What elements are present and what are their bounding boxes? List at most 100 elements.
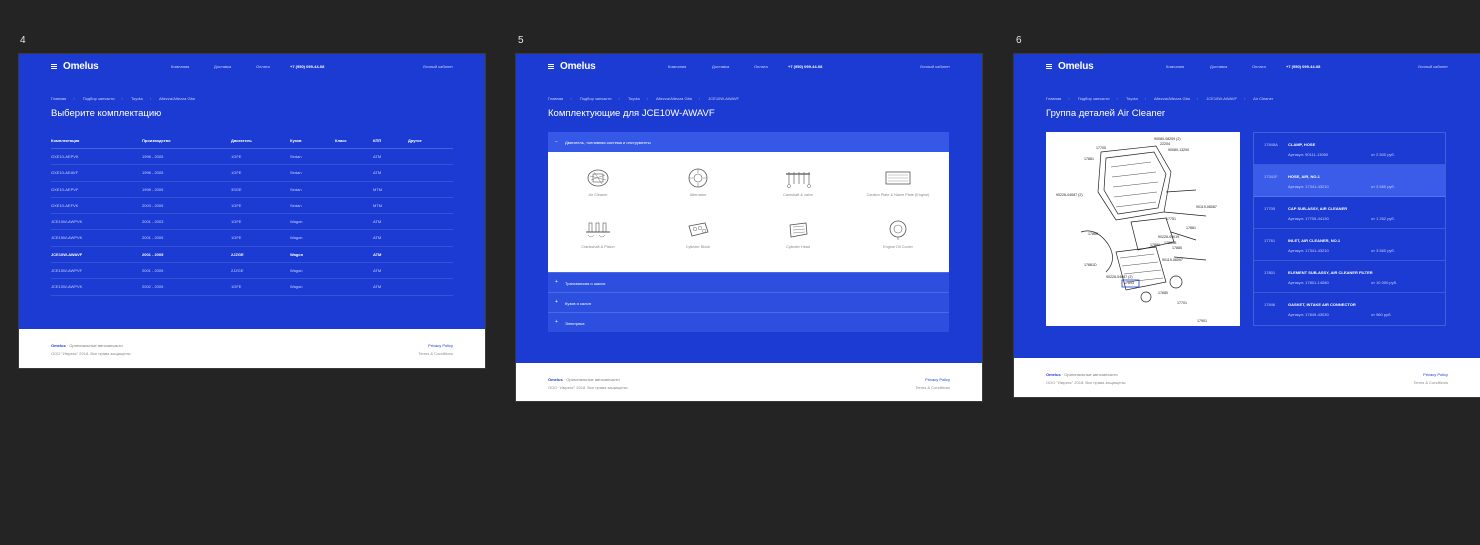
part-card-crankshaft[interactable]: Crankshaft & Piston xyxy=(548,218,648,249)
nav-company[interactable]: Компания xyxy=(668,64,686,69)
cell-configuration: JCE15W-AWPVK xyxy=(51,235,83,241)
nav-delivery[interactable]: Доставка xyxy=(1210,64,1227,69)
part-row-selected[interactable]: 17341F HOSE, AIR, NO.1 Артикул: 17341-43… xyxy=(1254,165,1445,197)
footer-logo[interactable]: Omelus xyxy=(548,377,563,382)
hamburger-menu-icon[interactable] xyxy=(548,64,554,69)
part-article: Артикул: 17341-43210 xyxy=(1288,248,1329,253)
privacy-policy-link[interactable]: Privacy Policy xyxy=(428,343,453,348)
phone-link[interactable]: +7 (950) 099-44-08 xyxy=(788,64,822,69)
breadcrumb-item[interactable]: Toyota xyxy=(628,96,640,101)
accordion-header-engine[interactable]: − Двигатель, топливная система и инструм… xyxy=(548,132,949,152)
breadcrumb-item[interactable]: Главная xyxy=(51,96,66,101)
column-header: КПП xyxy=(373,138,382,143)
breadcrumb-item[interactable]: Altezza/Altezza Gita xyxy=(656,96,692,101)
privacy-policy-link[interactable]: Privacy Policy xyxy=(1423,372,1448,377)
cell-transmission: ATM xyxy=(373,235,382,241)
breadcrumb-item[interactable]: Главная xyxy=(548,96,563,101)
nav-company[interactable]: Компания xyxy=(1166,64,1184,69)
part-card-oil-cooler[interactable]: Engine Oil Cooler xyxy=(848,218,948,249)
diagram-callout: 90119-08097 xyxy=(1162,258,1183,262)
part-row[interactable]: 17845A CLAMP, HOSE Артикул: 90111-13050 … xyxy=(1254,133,1445,165)
part-card-cylinder-head[interactable]: Cylinder Head xyxy=(748,218,848,249)
footer-logo[interactable]: Omelus xyxy=(51,343,66,348)
phone-link[interactable]: +7 (950) 099-44-08 xyxy=(1286,64,1320,69)
part-row[interactable]: 17705 CAP SUB-ASSY, AIR CLEANER Артикул:… xyxy=(1254,197,1445,229)
table-row[interactable]: GXE10-AEPVK 1998 - 2005 1GFE Sedan ATM xyxy=(51,149,453,166)
table-row[interactable]: JCE10W-AWPVK 2001 - 2003 1GFE Wagon ATM xyxy=(51,214,453,231)
table-row[interactable]: GXE10-AEPVF 1998 - 2005 3SGE Sedan MTM xyxy=(51,182,453,198)
parts-list: 17845A CLAMP, HOSE Артикул: 90111-13050 … xyxy=(1253,132,1446,326)
part-row[interactable]: 17846 GASKET, INTAKE AIR CONNECTOR Артик… xyxy=(1254,293,1445,325)
part-card-air-cleaner[interactable]: Air Cleaner xyxy=(548,166,648,197)
part-price: от 1 262 руб. xyxy=(1371,216,1395,221)
breadcrumb-item[interactable]: Altezza/Altezza Gita xyxy=(1154,96,1190,101)
breadcrumb-item[interactable]: JCE10W-AWAVF xyxy=(708,96,739,101)
part-card-cylinder-block[interactable]: Cylinder Block xyxy=(648,218,748,249)
logo[interactable]: Omelus xyxy=(1058,61,1094,72)
breadcrumb-item[interactable]: Air Cleaner xyxy=(1253,96,1273,101)
cell-body: Sedan xyxy=(290,186,302,192)
nav-payment[interactable]: Оплата xyxy=(754,64,768,69)
account-link[interactable]: Личный кабинет xyxy=(920,64,950,69)
footer-logo[interactable]: Omelus xyxy=(1046,372,1061,377)
footer-copyright: ООО "Имрекс" 2018. Все права защищены xyxy=(1046,380,1126,385)
breadcrumb-item[interactable]: Toyota xyxy=(1126,96,1138,101)
breadcrumb-item[interactable]: Подбор запчасти xyxy=(580,96,612,101)
breadcrumb-item[interactable]: Подбор запчасти xyxy=(83,96,115,101)
cylinder-block-icon xyxy=(688,222,709,237)
accordion-label: Электрика xyxy=(565,321,585,326)
part-article: Артикул: 17849-43030 xyxy=(1288,312,1329,317)
nav-delivery[interactable]: Доставка xyxy=(712,64,729,69)
diagram-callout: 90080-13200 xyxy=(1168,148,1189,152)
diagram-callout: 22204 xyxy=(1160,142,1170,146)
part-card-caution-plate[interactable]: Caution Plate & Name Plate (Engine) xyxy=(848,166,948,197)
diagram-callout: 17893 xyxy=(1124,281,1134,285)
nav-payment[interactable]: Оплата xyxy=(1252,64,1266,69)
column-header: Класс xyxy=(335,138,347,143)
part-card-camshaft[interactable]: Camshaft & valve xyxy=(748,166,848,197)
terms-link[interactable]: Terms & Conditions xyxy=(418,351,453,356)
table-row[interactable]: JCE15W-AWPVK 2001 - 2005 1GFE Wagon ATM xyxy=(51,230,453,247)
part-name: INLET, AIR CLEANER, NO.1 xyxy=(1288,238,1341,243)
breadcrumb-item[interactable]: JCE10W-AWAVF xyxy=(1206,96,1237,101)
phone-link[interactable]: +7 (950) 099-44-08 xyxy=(290,64,324,69)
part-row[interactable]: 17801 ELEMENT SUB-ASSY, AIR CLEANER FILT… xyxy=(1254,261,1445,293)
breadcrumb-item[interactable]: Altezza/Altezza Gita xyxy=(159,96,195,101)
cell-configuration: JCE10W-AWPVK xyxy=(51,284,83,290)
exploded-parts-diagram[interactable]: 90080-08209 (2) 22204 17705 17881 90080-… xyxy=(1046,132,1240,326)
table-row[interactable]: GXE10-AEAVF 1998 - 2005 1GFE Sedan ATM xyxy=(51,165,453,182)
nav-company[interactable]: Компания xyxy=(171,64,189,69)
cell-transmission: ATM xyxy=(373,284,382,290)
collapse-icon: − xyxy=(555,139,558,145)
hamburger-menu-icon[interactable] xyxy=(51,64,57,69)
accordion-header-electrics[interactable]: + Электрика xyxy=(548,312,949,332)
logo[interactable]: Omelus xyxy=(63,61,99,72)
header: Omelus Компания Доставка Оплата +7 (950)… xyxy=(1014,54,1480,80)
artboard-select-configuration: Omelus Компания Доставка Оплата +7 (950)… xyxy=(19,54,485,368)
logo[interactable]: Omelus xyxy=(560,61,596,72)
hamburger-menu-icon[interactable] xyxy=(1046,64,1052,69)
account-link[interactable]: Личный кабинет xyxy=(423,64,453,69)
cell-engine: 1GFE xyxy=(231,154,242,159)
cell-engine: 3SGE xyxy=(231,186,242,192)
part-row[interactable]: 17761 INLET, AIR CLEANER, NO.1 Артикул: … xyxy=(1254,229,1445,261)
nav-delivery[interactable]: Доставка xyxy=(214,64,231,69)
table-row[interactable]: JCE15W-AWPVF 2001 - 2005 2JZGE Wagon ATM xyxy=(51,263,453,280)
accordion-header-body[interactable]: + Кузов и салон xyxy=(548,292,949,312)
artboard-parts-group: Omelus Компания Доставка Оплата +7 (950)… xyxy=(1014,54,1480,397)
breadcrumb-item[interactable]: Подбор запчасти xyxy=(1078,96,1110,101)
account-link[interactable]: Личный кабинет xyxy=(1418,64,1448,69)
part-card-alternator[interactable]: Alternator xyxy=(648,166,748,197)
table-row[interactable]: GXE10-AEFVK 2003 - 2005 1GFE Sedan MTM xyxy=(51,198,453,215)
table-row-selected[interactable]: JCE10W-AWAVF 2001 - 2005 2JZGE Wagon ATM xyxy=(51,247,453,264)
accordion-header-transmission[interactable]: + Трансмиссия и шасси xyxy=(548,272,949,292)
privacy-policy-link[interactable]: Privacy Policy xyxy=(925,377,950,382)
terms-link[interactable]: Terms & Conditions xyxy=(1413,380,1448,385)
nav-payment[interactable]: Оплата xyxy=(256,64,270,69)
terms-link[interactable]: Terms & Conditions xyxy=(915,385,950,390)
table-row[interactable]: JCE10W-AWPVK 2002 - 2005 1GFE Wagon ATM xyxy=(51,279,453,296)
breadcrumb-item[interactable]: Главная xyxy=(1046,96,1061,101)
accordion-label: Трансмиссия и шасси xyxy=(565,281,606,286)
breadcrumb-item[interactable]: Toyota xyxy=(131,96,143,101)
column-header: Комплектация xyxy=(51,138,80,143)
